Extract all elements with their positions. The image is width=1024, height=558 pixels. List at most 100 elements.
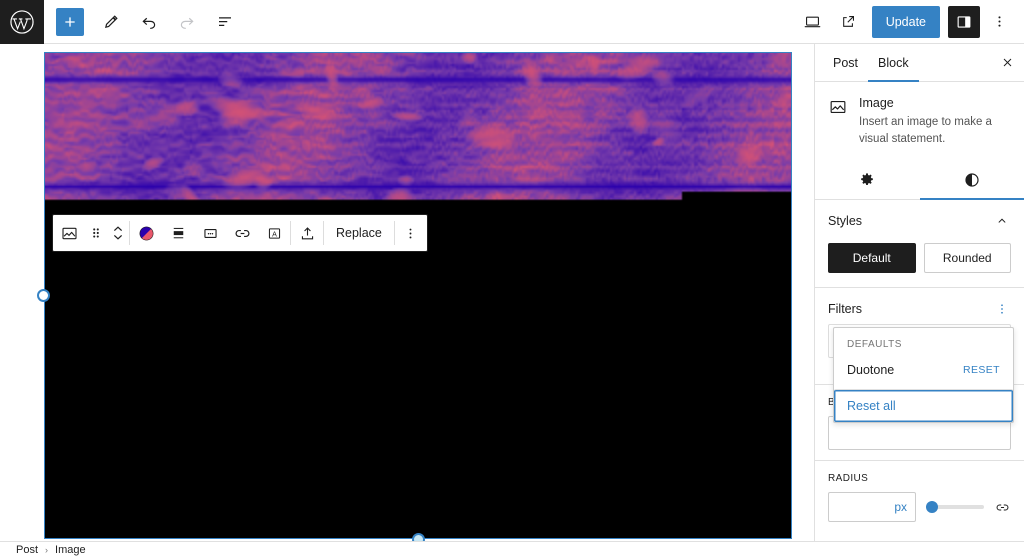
radius-unit-label: px (894, 500, 907, 515)
dropdown-item-duotone-reset-button[interactable]: RESET (963, 364, 1000, 376)
radius-link-sides-button[interactable] (994, 499, 1011, 516)
block-toolbar-group-block (53, 215, 129, 251)
block-card-icon-wrap (828, 96, 850, 147)
style-option-default-label: Default (852, 251, 891, 266)
block-toolbar-group-format: A (130, 215, 290, 251)
radius-label: RADIUS (828, 473, 869, 485)
close-sidebar-button[interactable] (990, 44, 1024, 81)
update-button[interactable]: Update (871, 5, 940, 38)
style-option-rounded[interactable]: Rounded (923, 243, 1011, 274)
breadcrumb-bar: Post › Image (0, 541, 1024, 558)
link-sides-icon (996, 504, 1009, 511)
svg-text:A: A (272, 230, 277, 238)
contrast-half-circle-icon (965, 173, 979, 187)
external-link-icon (843, 16, 855, 27)
duotone-button[interactable] (130, 215, 162, 251)
undo-arrow-icon (142, 17, 156, 29)
duotone-circle-icon (139, 226, 153, 240)
block-more-options-button[interactable] (395, 215, 427, 251)
align-icon (173, 227, 183, 238)
dropdown-defaults-label: DEFAULTS (847, 339, 902, 351)
tab-post-label: Post (833, 55, 859, 70)
link-button[interactable] (226, 215, 258, 251)
pencil-icon (104, 15, 118, 28)
upload-button[interactable] (291, 215, 323, 251)
undo-button[interactable] (132, 5, 166, 39)
top-bar-left-tools (44, 5, 242, 39)
tab-block[interactable]: Block (868, 44, 919, 82)
styles-panel-collapse-button[interactable] (993, 212, 1011, 230)
dropdown-item-duotone-label: Duotone (847, 363, 895, 378)
close-x-icon (1003, 58, 1011, 67)
block-card-title: Image (859, 96, 894, 110)
vertical-ellipsis-icon (409, 228, 412, 238)
duotone-filtered-image (44, 52, 792, 539)
block-toolbar-group-more (395, 215, 427, 251)
tab-styles[interactable] (919, 160, 1024, 201)
tab-settings[interactable] (815, 160, 920, 199)
list-view-button[interactable] (208, 5, 242, 39)
dropdown-item-duotone[interactable]: Duotone RESET (834, 356, 1013, 389)
vertical-ellipsis-icon (997, 16, 1001, 27)
block-card-text: Image Insert an image to make a visual s… (859, 96, 1011, 147)
styles-options: Default Rounded (828, 243, 1011, 274)
breadcrumb-separator: › (45, 545, 49, 555)
drag-dots-icon (93, 228, 99, 238)
block-drag-handle[interactable] (85, 215, 107, 251)
breadcrumb-image[interactable]: Image (55, 544, 86, 556)
radius-controls: px (828, 492, 1011, 523)
redo-button[interactable] (170, 5, 204, 39)
add-text-over-image-button[interactable]: A (258, 215, 290, 251)
align-button[interactable] (162, 215, 194, 251)
radius-slider-thumb[interactable] (926, 501, 938, 514)
filters-panel-options-button[interactable] (993, 300, 1011, 318)
radius-slider[interactable] (926, 497, 984, 517)
plus-icon (65, 16, 75, 27)
add-block-button[interactable] (56, 7, 84, 36)
chevron-up-icon (998, 218, 1006, 224)
move-up-down-chevrons-icon (113, 226, 123, 240)
crop-button[interactable] (194, 215, 226, 251)
top-bar-right-tools: Update (796, 5, 1024, 39)
vertical-ellipsis-icon (1001, 304, 1003, 314)
block-card-description: Insert an image to make a visual stateme… (859, 116, 992, 145)
block-type-button[interactable] (53, 215, 85, 251)
wordpress-logo-button[interactable] (0, 0, 44, 44)
tab-post[interactable]: Post (823, 44, 868, 81)
bottom-resize-handle[interactable] (411, 533, 425, 541)
style-option-default[interactable]: Default (828, 243, 916, 274)
wordpress-icon (9, 9, 35, 35)
block-toolbar: A Replace (52, 214, 428, 252)
filters-panel-title: Filters (828, 302, 863, 317)
image-icon (61, 227, 77, 239)
filters-panel-header: Filters (828, 300, 1011, 318)
tools-pencil-button[interactable] (94, 5, 128, 39)
breadcrumb-post[interactable]: Post (16, 544, 38, 556)
inspector-tab-bar (815, 160, 1024, 201)
add-text-over-image-icon: A (268, 227, 280, 239)
editor-more-options-button[interactable] (982, 5, 1016, 39)
preview-device-button[interactable] (796, 5, 830, 39)
crop-icon (203, 228, 217, 238)
block-info-card: Image Insert an image to make a visual s… (815, 82, 1024, 160)
left-resize-handle[interactable] (37, 289, 50, 302)
view-post-button[interactable] (832, 5, 866, 39)
image-block[interactable] (37, 52, 792, 541)
gear-icon (861, 173, 874, 185)
radius-input[interactable]: px (828, 492, 916, 523)
block-move-buttons[interactable] (107, 215, 129, 251)
styles-panel-header: Styles (828, 212, 1011, 230)
list-view-icon (219, 16, 231, 26)
block-toolbar-group-upload (291, 215, 323, 251)
filters-defaults-dropdown: DEFAULTS Duotone RESET Reset all (833, 327, 1014, 424)
image-icon (830, 101, 846, 113)
style-option-rounded-label: Rounded (942, 251, 992, 266)
settings-sidebar-toggle-button[interactable] (948, 5, 980, 38)
styles-panel: Styles Default Rounded (815, 200, 1024, 289)
dropdown-reset-all-button[interactable]: Reset all (834, 389, 1013, 423)
tab-block-label: Block (878, 55, 909, 70)
desktop-icon (804, 16, 821, 28)
replace-button[interactable]: Replace (324, 215, 394, 251)
styles-panel-title: Styles (828, 214, 863, 229)
redo-arrow-icon (180, 17, 194, 29)
